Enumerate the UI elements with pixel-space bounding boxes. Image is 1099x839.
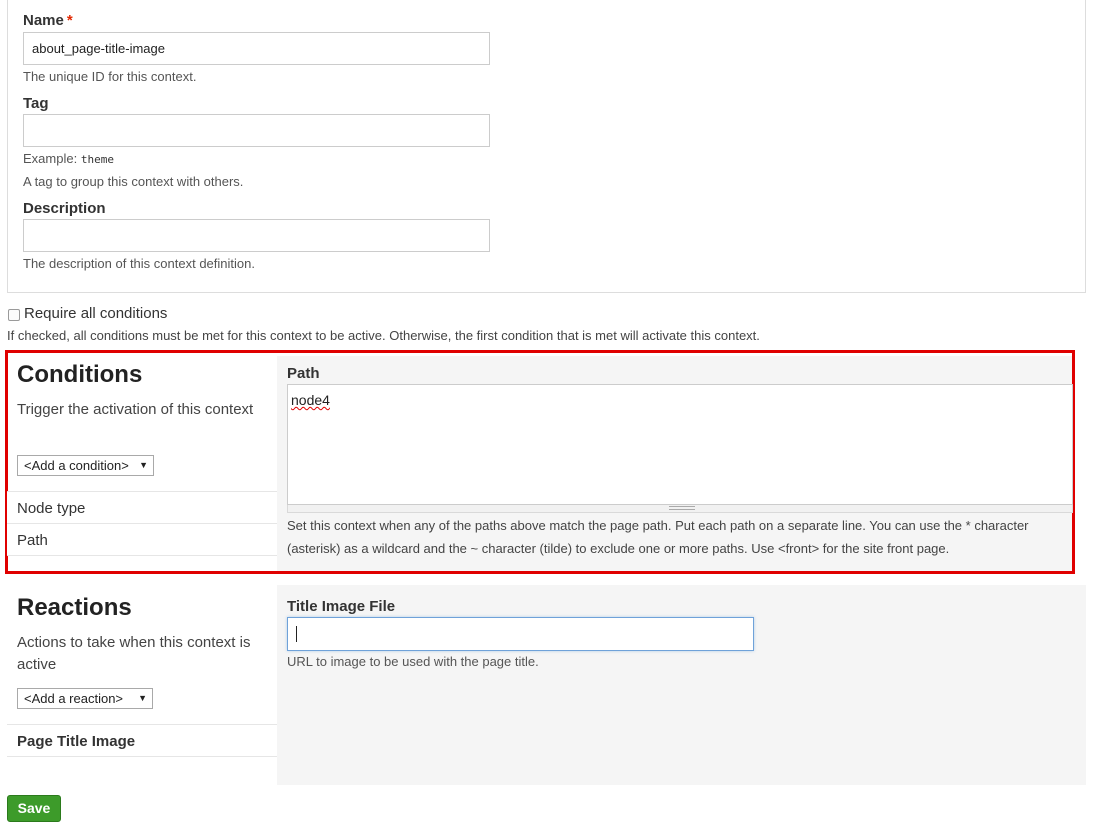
require-all-label[interactable]: Require all conditions	[24, 305, 167, 322]
name-label: Name *	[23, 12, 73, 29]
tag-example: Example: theme	[23, 151, 114, 166]
dropdown-arrow-icon: ▼	[139, 460, 148, 470]
tag-label: Tag	[23, 95, 49, 112]
path-textarea[interactable]: node4	[287, 384, 1073, 505]
add-condition-select[interactable]: <Add a condition> ▼	[17, 455, 154, 476]
condition-item-node-type[interactable]: Node type	[7, 491, 277, 524]
require-all-description: If checked, all conditions must be met f…	[7, 328, 760, 343]
grip-icon	[669, 506, 695, 510]
title-image-file-label: Title Image File	[287, 598, 396, 615]
conditions-subtitle: Trigger the activation of this context	[17, 401, 254, 418]
require-all-checkbox[interactable]	[8, 309, 20, 321]
description-help: The description of this context definiti…	[23, 256, 255, 271]
description-label: Description	[23, 200, 106, 217]
reactions-title: Reactions	[17, 594, 132, 621]
name-input[interactable]: about_page-title-image	[23, 32, 490, 65]
tag-input[interactable]	[23, 114, 490, 147]
path-label: Path	[287, 365, 320, 382]
dropdown-arrow-icon: ▼	[138, 693, 147, 703]
condition-item-path[interactable]: Path	[7, 523, 277, 556]
conditions-title: Conditions	[17, 361, 143, 388]
add-reaction-select[interactable]: <Add a reaction> ▼	[17, 688, 153, 709]
reaction-item-page-title-image[interactable]: Page Title Image	[7, 724, 277, 757]
title-image-file-description: URL to image to be used with the page ti…	[287, 654, 539, 669]
text-caret	[296, 626, 297, 642]
path-description: Set this context when any of the paths a…	[287, 518, 1029, 556]
reactions-subtitle: Actions to take when this context is act…	[17, 634, 251, 673]
tag-example-code: theme	[80, 153, 114, 166]
save-button[interactable]: Save	[7, 795, 61, 822]
reactions-settings-panel	[277, 585, 1086, 785]
description-input[interactable]	[23, 219, 490, 252]
name-description: The unique ID for this context.	[23, 69, 197, 84]
tag-description: A tag to group this context with others.	[23, 174, 244, 189]
path-value: node4	[291, 392, 330, 408]
title-image-file-input[interactable]	[287, 617, 754, 651]
textarea-resize-grip[interactable]	[287, 505, 1073, 513]
required-marker: *	[66, 12, 73, 29]
